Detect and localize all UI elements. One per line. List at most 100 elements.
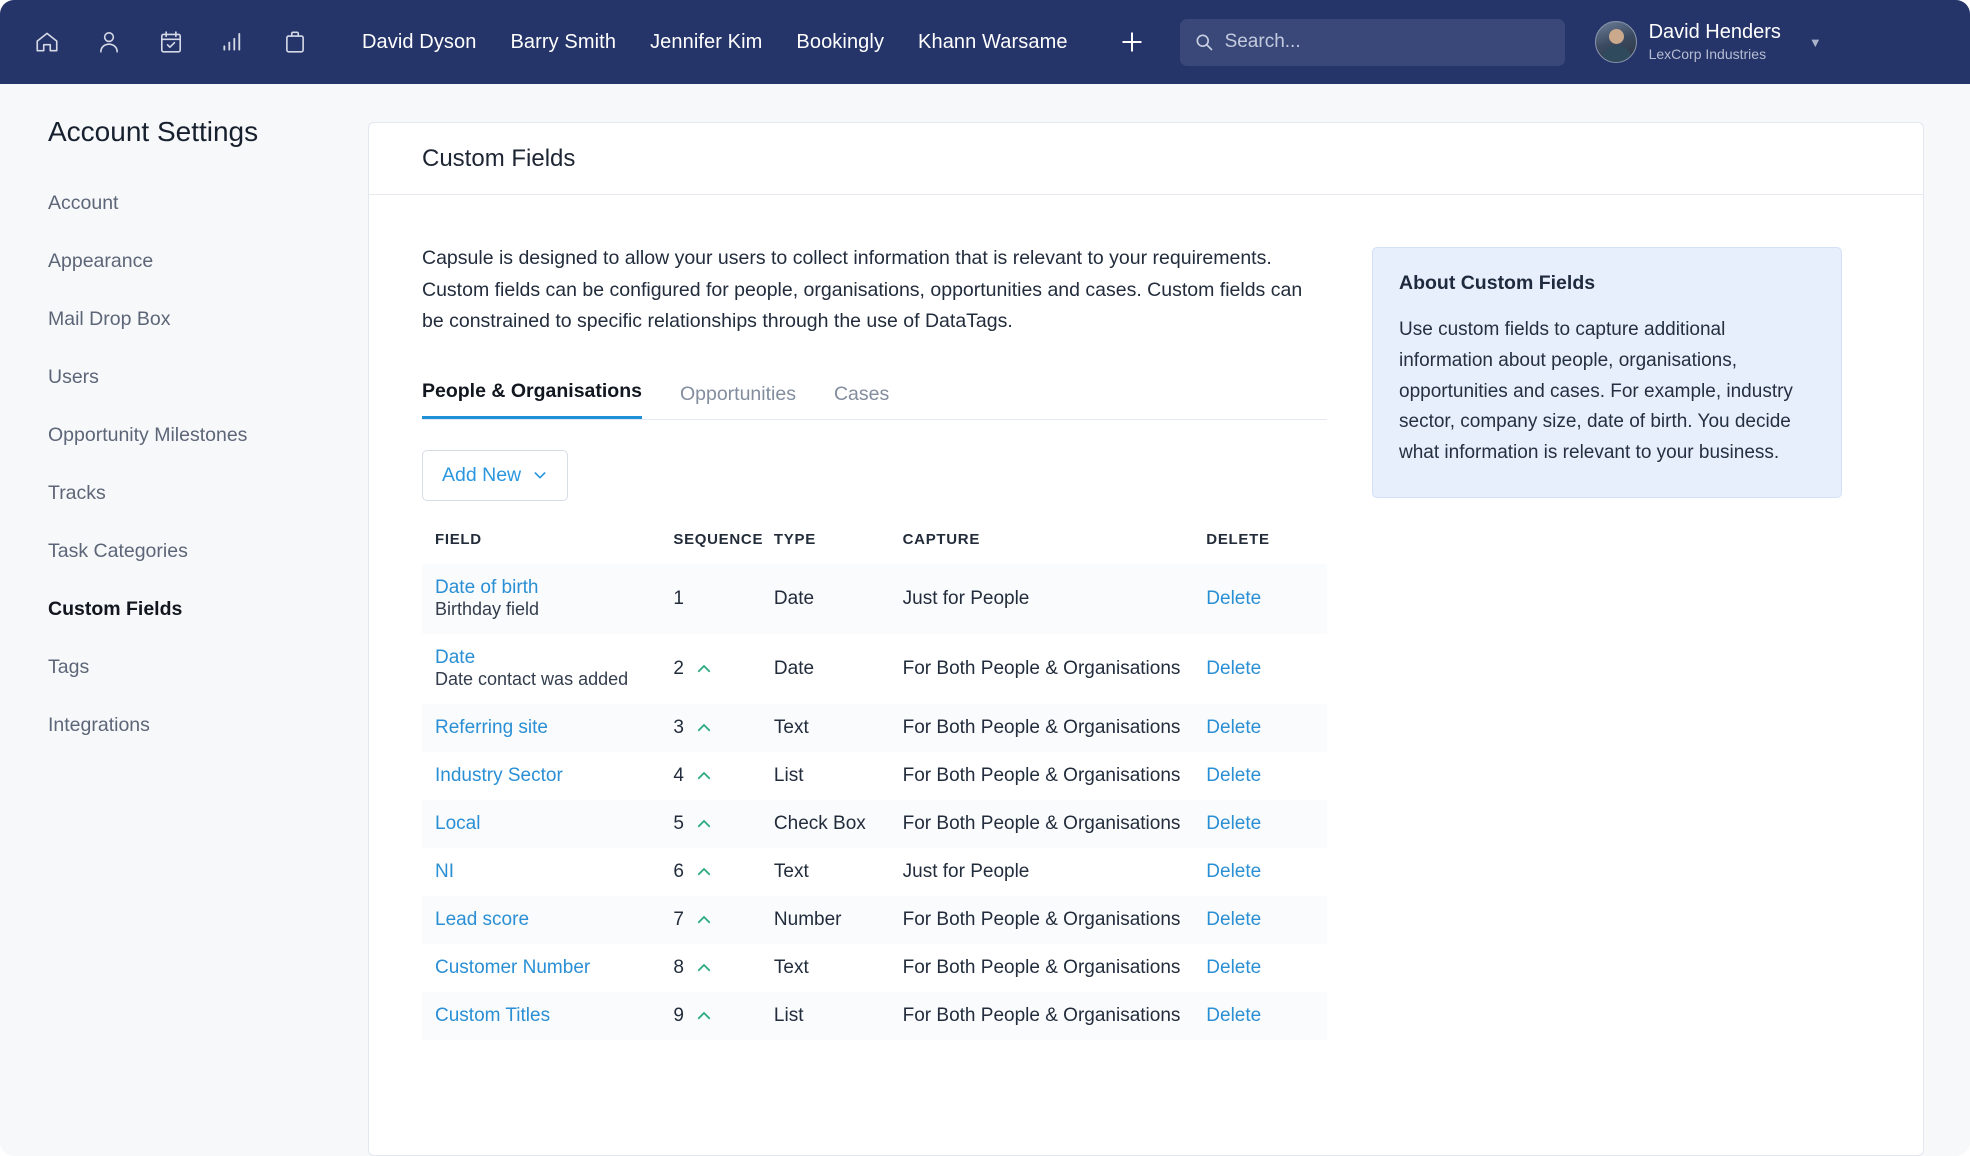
cell-field: Referring site [422, 704, 673, 752]
cell-delete: Delete [1206, 564, 1327, 634]
cell-delete: Delete [1206, 704, 1327, 752]
sidebar-item-appearance[interactable]: Appearance [48, 240, 368, 283]
chevron-up-icon[interactable] [695, 660, 713, 678]
sidebar-item-task-categories[interactable]: Task Categories [48, 530, 368, 573]
sidebar-item-custom-fields[interactable]: Custom Fields [48, 588, 368, 631]
table-row: Lead score7NumberFor Both People & Organ… [422, 896, 1327, 944]
sidebar-item-integrations[interactable]: Integrations [48, 704, 368, 747]
chevron-up-icon[interactable] [695, 719, 713, 737]
cell-delete: Delete [1206, 992, 1327, 1040]
sequence-number: 9 [673, 1005, 684, 1027]
nav-link-jennifer-kim[interactable]: Jennifer Kim [650, 31, 762, 54]
sidebar-item-account[interactable]: Account [48, 182, 368, 225]
sequence-wrapper: 2 [673, 658, 774, 680]
cell-field: Industry Sector [422, 752, 673, 800]
person-icon[interactable] [90, 23, 128, 61]
chevron-down-icon [532, 467, 548, 483]
search-input[interactable]: Search... [1180, 19, 1565, 66]
sequence-number: 6 [673, 861, 684, 883]
delete-link[interactable]: Delete [1206, 765, 1261, 786]
field-name-link[interactable]: Date of birth [435, 577, 673, 599]
field-name-link[interactable]: Date [435, 647, 673, 669]
cell-sequence: 8 [673, 944, 774, 992]
delete-link[interactable]: Delete [1206, 588, 1261, 609]
field-name-link[interactable]: Referring site [435, 717, 673, 739]
cell-capture: For Both People & Organisations [903, 704, 1207, 752]
delete-link[interactable]: Delete [1206, 957, 1261, 978]
chevron-up-icon[interactable] [695, 863, 713, 881]
cell-field: Date of birthBirthday field [422, 564, 673, 634]
chevron-down-icon[interactable]: ▼ [1809, 35, 1822, 50]
sequence-number: 4 [673, 765, 684, 787]
top-navigation-bar: David Dyson Barry Smith Jennifer Kim Boo… [0, 0, 1970, 84]
sequence-wrapper: 4 [673, 765, 774, 787]
delete-link[interactable]: Delete [1206, 861, 1261, 882]
cell-delete: Delete [1206, 944, 1327, 992]
user-identity: David Henders LexCorp Industries [1649, 21, 1781, 62]
delete-link[interactable]: Delete [1206, 909, 1261, 930]
column-header-field: FIELD [422, 531, 673, 564]
cell-delete: Delete [1206, 634, 1327, 704]
cell-field: DateDate contact was added [422, 634, 673, 704]
nav-link-david-dyson[interactable]: David Dyson [362, 31, 476, 54]
delete-link[interactable]: Delete [1206, 717, 1261, 738]
delete-link[interactable]: Delete [1206, 813, 1261, 834]
sidebar-item-tags[interactable]: Tags [48, 646, 368, 689]
add-new-button[interactable] [1110, 20, 1154, 64]
about-custom-fields-box: About Custom Fields Use custom fields to… [1372, 247, 1842, 498]
nav-icon-group [28, 23, 314, 61]
chevron-up-icon[interactable] [695, 815, 713, 833]
cell-type: List [774, 992, 903, 1040]
tab-cases[interactable]: Cases [834, 383, 889, 419]
nav-link-group: David Dyson Barry Smith Jennifer Kim Boo… [362, 31, 1068, 54]
delete-link[interactable]: Delete [1206, 658, 1261, 679]
table-row: DateDate contact was added2DateFor Both … [422, 634, 1327, 704]
cell-capture: For Both People & Organisations [903, 800, 1207, 848]
search-placeholder: Search... [1225, 31, 1301, 53]
sequence-number: 3 [673, 717, 684, 739]
sidebar-item-users[interactable]: Users [48, 356, 368, 399]
field-name-link[interactable]: Custom Titles [435, 1005, 673, 1027]
sidebar-item-tracks[interactable]: Tracks [48, 472, 368, 515]
nav-link-khann-warsame[interactable]: Khann Warsame [918, 31, 1068, 54]
field-name-link[interactable]: Industry Sector [435, 765, 673, 787]
column-header-type: TYPE [774, 531, 903, 564]
sequence-number: 1 [673, 588, 684, 610]
column-header-delete: DELETE [1206, 531, 1327, 564]
table-row: Referring site3 TextFor Both People & Org… [422, 704, 1327, 752]
cell-type: Text [774, 704, 903, 752]
tab-people-and-organisations[interactable]: People & Organisations [422, 380, 642, 419]
cell-field: Lead score [422, 896, 673, 944]
nav-link-bookingly[interactable]: Bookingly [796, 31, 884, 54]
field-name-link[interactable]: Customer Number [435, 957, 673, 979]
chevron-up-icon[interactable] [695, 767, 713, 785]
delete-link[interactable]: Delete [1206, 1005, 1261, 1026]
cell-type: Date [774, 564, 903, 634]
home-icon[interactable] [28, 23, 66, 61]
chevron-up-icon[interactable] [695, 959, 713, 977]
chevron-up-icon[interactable] [695, 911, 713, 929]
field-name-link[interactable]: Lead score [435, 909, 673, 931]
bar-chart-icon[interactable] [214, 23, 252, 61]
table-row: Date of birthBirthday field1DateJust for… [422, 564, 1327, 634]
user-menu[interactable]: David Henders LexCorp Industries ▼ [1595, 21, 1822, 63]
sequence-wrapper: 5 [673, 813, 774, 835]
calendar-check-icon[interactable] [152, 23, 190, 61]
panel-body: Capsule is designed to allow your users … [369, 195, 1923, 1040]
table-row: Local5Check BoxFor Both People & Organis… [422, 800, 1327, 848]
briefcase-icon[interactable] [276, 23, 314, 61]
cell-capture: For Both People & Organisations [903, 752, 1207, 800]
search-icon [1194, 32, 1214, 52]
sidebar-item-mail-drop-box[interactable]: Mail Drop Box [48, 298, 368, 341]
panel-header: Custom Fields [369, 123, 1923, 195]
field-name-link[interactable]: NI [435, 861, 673, 883]
cell-field: Customer Number [422, 944, 673, 992]
tab-opportunities[interactable]: Opportunities [680, 383, 796, 419]
nav-link-barry-smith[interactable]: Barry Smith [510, 31, 616, 54]
field-name-link[interactable]: Local [435, 813, 673, 835]
sidebar-item-opportunity-milestones[interactable]: Opportunity Milestones [48, 414, 368, 457]
chevron-up-icon[interactable] [695, 1007, 713, 1025]
cell-sequence: 2 [673, 634, 774, 704]
sequence-wrapper: 1 [673, 588, 774, 610]
add-new-button[interactable]: Add New [422, 450, 568, 501]
